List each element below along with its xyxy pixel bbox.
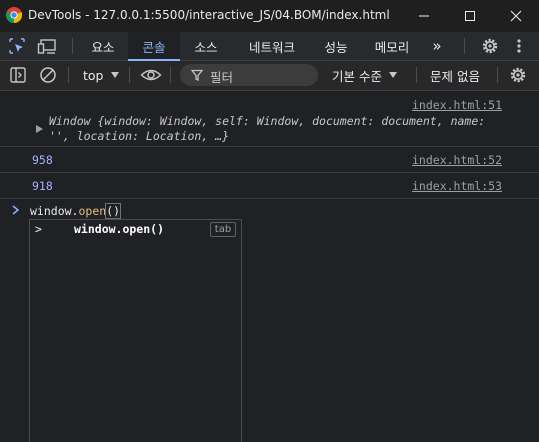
filter-placeholder: 필터 xyxy=(210,70,234,85)
inspect-element-button[interactable] xyxy=(8,37,26,55)
title-bar: DevTools - 127.0.0.1:5500/interactive_JS… xyxy=(0,0,539,32)
prompt-function: open xyxy=(78,204,107,218)
tab-network[interactable]: 네트워크 xyxy=(232,32,312,60)
device-mode-icon xyxy=(37,39,56,54)
log-levels-label: 기본 수준 xyxy=(332,68,382,84)
device-toolbar-button[interactable] xyxy=(37,37,59,55)
minimize-button[interactable] xyxy=(401,0,447,32)
devtools-tab-bar: 요소 콘솔 소스 네트워크 성능 메모리 » xyxy=(0,32,539,61)
sidebar-toggle-button[interactable] xyxy=(9,66,27,84)
gear-icon xyxy=(482,38,498,54)
window-title: DevTools - 127.0.0.1:5500/interactive_JS… xyxy=(28,8,390,22)
inspect-icon xyxy=(9,38,25,54)
tab-performance[interactable]: 성능 xyxy=(314,32,358,60)
context-selector-label: top xyxy=(83,67,104,83)
settings-button[interactable] xyxy=(480,36,500,56)
close-button[interactable] xyxy=(493,0,539,32)
console-message: 958 index.html:52 xyxy=(0,147,539,173)
block-icon xyxy=(40,67,56,83)
tab-elements[interactable]: 요소 xyxy=(80,32,126,60)
suggestion-marker: > xyxy=(35,222,42,236)
toolbar-divider xyxy=(68,67,69,83)
issues-label: 문제 없음 xyxy=(430,68,480,84)
console-toolbar: top 필터 기본 수준 문제 없음 xyxy=(0,61,539,91)
gear-icon xyxy=(510,67,526,83)
source-link[interactable]: index.html:52 xyxy=(412,153,502,167)
suggestion-text: window.open() xyxy=(74,222,165,236)
issues-counter[interactable]: 문제 없음 xyxy=(430,66,480,84)
tab-sources[interactable]: 소스 xyxy=(182,32,230,60)
more-vertical-icon xyxy=(517,39,521,53)
object-preview-line[interactable]: '', location: Location, …} xyxy=(49,129,229,143)
customize-menu-button[interactable] xyxy=(512,37,526,55)
console-message: index.html:51 Window {window: Window, se… xyxy=(0,91,539,147)
chrome-logo-icon xyxy=(6,7,22,23)
tab-console[interactable]: 콘솔 xyxy=(128,32,180,61)
object-preview-line[interactable]: Window {window: Window, self: Window, do… xyxy=(49,114,485,128)
prompt-parens: () xyxy=(105,203,122,219)
log-value: 918 xyxy=(32,179,53,193)
prompt-object: window xyxy=(30,204,72,218)
autocomplete-suggestion[interactable]: > window.open() tab xyxy=(30,220,241,239)
tab-hint-badge: tab xyxy=(210,222,236,237)
tab-memory[interactable]: 메모리 xyxy=(362,32,422,60)
source-link[interactable]: index.html:53 xyxy=(412,179,502,193)
triangle-down-icon xyxy=(111,72,120,78)
tab-divider xyxy=(464,38,465,54)
minimize-icon xyxy=(419,15,429,17)
sidebar-icon xyxy=(10,67,26,83)
filter-icon xyxy=(191,69,203,81)
more-tabs-button[interactable]: » xyxy=(424,32,450,60)
expand-arrow-icon[interactable] xyxy=(36,125,43,133)
toolbar-divider xyxy=(416,67,417,83)
toolbar-divider xyxy=(170,67,171,83)
clear-console-button[interactable] xyxy=(39,66,57,84)
tab-divider xyxy=(72,38,73,54)
toolbar-divider xyxy=(497,67,498,83)
maximize-icon xyxy=(465,11,475,21)
eye-icon xyxy=(140,69,162,81)
autocomplete-dropdown: > window.open() tab xyxy=(29,219,242,442)
console-settings-button[interactable] xyxy=(508,65,528,85)
toolbar-divider xyxy=(129,67,130,83)
triangle-down-icon xyxy=(388,72,397,78)
close-icon xyxy=(510,10,522,22)
context-selector[interactable]: top xyxy=(83,66,120,84)
maximize-button[interactable] xyxy=(447,0,493,32)
log-value: 958 xyxy=(32,153,53,167)
prompt-input-text[interactable]: window.open() xyxy=(30,203,122,219)
prompt-chevron-icon xyxy=(12,205,20,215)
live-expression-button[interactable] xyxy=(140,65,162,85)
console-message: 918 index.html:53 xyxy=(0,173,539,199)
console-prompt[interactable]: window.open() xyxy=(0,201,539,221)
filter-input[interactable]: 필터 xyxy=(180,64,318,86)
log-levels-dropdown[interactable]: 기본 수준 xyxy=(332,66,398,84)
source-link[interactable]: index.html:51 xyxy=(412,98,502,112)
